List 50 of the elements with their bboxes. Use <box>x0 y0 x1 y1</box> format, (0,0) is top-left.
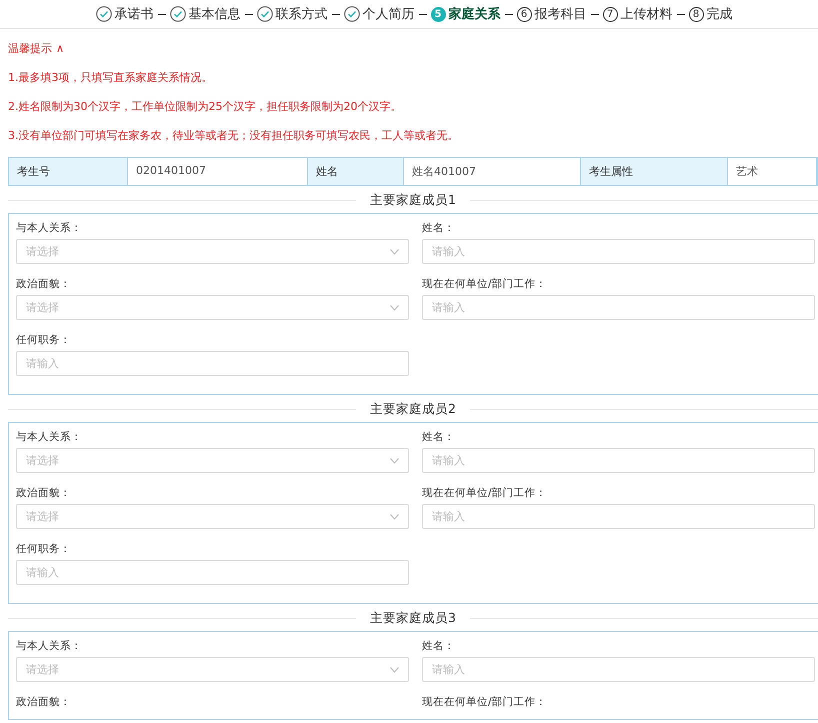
input-field[interactable]: 请输入 <box>422 657 815 682</box>
section-title: 主要家庭成员1 <box>369 192 457 209</box>
tip-text: 2.姓名限制为30个汉字，工作单位限制为25个汉字，担任职务限制为20个汉字。 <box>8 99 402 114</box>
chevron-down-icon <box>390 514 399 520</box>
field-label: 现在在何单位/部门工作： <box>422 277 548 292</box>
input-field[interactable]: 请输入 <box>16 560 409 585</box>
step-label[interactable]: 承诺书 <box>114 5 154 23</box>
field-label: 与本人关系： <box>16 430 83 445</box>
field-label: 现在在何单位/部门工作： <box>422 486 548 501</box>
section-title: 主要家庭成员3 <box>369 610 457 627</box>
input-field[interactable]: 请输入 <box>422 239 815 264</box>
chevron-down-icon <box>390 248 399 254</box>
input-field[interactable]: 请输入 <box>422 504 815 529</box>
input-field[interactable]: 请输入 <box>422 295 815 320</box>
chevron-down-icon <box>390 666 399 672</box>
field-label: 与本人关系： <box>16 221 83 236</box>
input-field[interactable]: 请输入 <box>16 351 409 376</box>
field-label: 任何职务： <box>16 333 72 348</box>
step-number: 8 <box>688 6 704 22</box>
info-value: 艺术 <box>728 158 817 185</box>
chevron-down-icon <box>390 304 399 310</box>
field-label: 政治面貌： <box>16 486 72 501</box>
field-label: 姓名： <box>422 639 456 654</box>
step-label[interactable]: 家庭关系 <box>448 5 500 23</box>
field-label: 现在在何单位/部门工作： <box>422 695 548 710</box>
collapse-toggle[interactable]: ∧ <box>56 42 64 55</box>
field-label: 姓名： <box>422 430 456 445</box>
tips-title: 温馨提示 <box>8 41 52 56</box>
field-label: 与本人关系： <box>16 639 83 654</box>
step-label[interactable]: 基本信息 <box>188 5 240 23</box>
info-label: 考生号 <box>9 158 128 185</box>
step-number: 6 <box>516 6 532 22</box>
info-label: 姓名 <box>308 158 404 185</box>
chevron-down-icon <box>390 458 399 464</box>
step-label[interactable]: 报考科目 <box>534 5 586 23</box>
step-number: 7 <box>602 6 618 22</box>
tip-text: 3.没有单位部门可填写在家务农，待业等或者无；没有担任职务可填写农民，工人等或者无。 <box>8 128 460 143</box>
field-label: 政治面貌： <box>16 695 72 710</box>
step-number: 5 <box>430 6 446 22</box>
tip-text: 1.最多填3项，只填写直系家庭关系情况。 <box>8 70 214 85</box>
step-label[interactable]: 联系方式 <box>276 5 328 23</box>
field-label: 任何职务： <box>16 542 72 557</box>
step-label[interactable]: 上传材料 <box>620 5 672 23</box>
step-label[interactable]: 完成 <box>706 5 732 23</box>
info-label: 考生属性 <box>581 158 728 185</box>
input-field[interactable]: 请输入 <box>422 448 815 473</box>
field-label: 姓名： <box>422 221 456 236</box>
field-label: 政治面貌： <box>16 277 72 292</box>
step-label[interactable]: 个人简历 <box>362 5 414 23</box>
section-title: 主要家庭成员2 <box>369 401 457 418</box>
